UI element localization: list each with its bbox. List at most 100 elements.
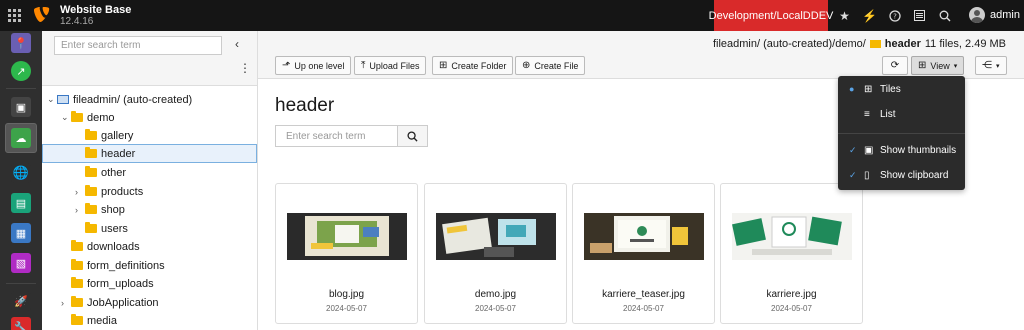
view-option-list[interactable]: ≡ List	[838, 103, 965, 125]
folder-icon	[71, 259, 83, 270]
tree-item-other[interactable]: other	[42, 163, 257, 182]
button-label: Create Folder	[451, 60, 507, 71]
list-icon: ≡	[864, 108, 870, 120]
caret-right-icon[interactable]: ›	[61, 298, 71, 308]
view-option-tiles[interactable]: ● ⊞ Tiles	[838, 78, 965, 100]
forms-module-icon[interactable]: ▧	[8, 251, 34, 275]
template-module-icon[interactable]: ▤	[8, 191, 34, 215]
dock-divider	[6, 283, 36, 284]
folder-icon	[85, 185, 97, 196]
tree-item-jobapplication[interactable]: › JobApplication	[42, 293, 257, 312]
tools-module-icon[interactable]: 🔧	[8, 315, 34, 330]
folder-icon	[85, 222, 97, 233]
tree-item-media[interactable]: media	[42, 311, 257, 330]
button-label: Create File	[534, 60, 579, 71]
upload-files-button[interactable]: ⤒ Upload Files	[354, 56, 427, 75]
caret-right-icon[interactable]: ›	[75, 205, 85, 215]
bolt-icon[interactable]: ⚡	[857, 0, 882, 31]
system-info-icon[interactable]	[907, 0, 932, 31]
page-module-icon[interactable]: 📍	[8, 31, 34, 55]
sites-module-icon[interactable]: ↗	[8, 59, 34, 83]
share-dropdown-button[interactable]: ⋲ ▾	[975, 56, 1007, 75]
caret-down-icon[interactable]: ⌄	[47, 94, 57, 105]
tree-item-header[interactable]: header	[42, 144, 257, 163]
view-dropdown-button[interactable]: ⊞ View ▾	[911, 56, 965, 75]
menu-item-label: Show clipboard	[880, 169, 949, 181]
file-date: 2024-05-07	[326, 304, 367, 313]
collapse-tree-icon[interactable]: ‹	[235, 37, 239, 51]
tree-item-form-uploads[interactable]: form_uploads	[42, 274, 257, 293]
tree-item-users[interactable]: users	[42, 219, 257, 238]
tree-search-input[interactable]: Enter search term	[54, 36, 222, 55]
folder-tree: Enter search term ‹ ⋮ ⌄ fileadmin/ (auto…	[42, 31, 258, 330]
search-button[interactable]	[398, 125, 428, 147]
dock-divider	[6, 88, 36, 89]
file-tile[interactable]: karriere.jpg 2024-05-07	[720, 183, 863, 324]
media-module-icon[interactable]: ▣	[8, 95, 34, 119]
image-icon: ▣	[864, 144, 874, 156]
app-menu-icon[interactable]	[0, 0, 28, 31]
caret-down-icon: ▾	[996, 62, 1000, 70]
create-folder-button[interactable]: ⊞ Create Folder	[432, 56, 514, 75]
create-file-button[interactable]: ⊕ Create File	[515, 56, 586, 75]
search-icon[interactable]	[932, 0, 957, 31]
folder-icon	[71, 111, 83, 122]
file-thumbnail	[287, 213, 407, 260]
username[interactable]: admin	[990, 9, 1020, 21]
file-tile[interactable]: demo.jpg 2024-05-07	[424, 183, 567, 324]
star-icon[interactable]: ★	[832, 0, 857, 31]
tree-item-fileadmin[interactable]: ⌄ fileadmin/ (auto-created)	[42, 90, 257, 109]
tree-item-demo[interactable]: ⌄ demo	[42, 108, 257, 127]
up-one-level-button[interactable]: ⬏ Up one level	[275, 56, 352, 75]
folder-icon	[85, 147, 97, 158]
tree-item-products[interactable]: › products	[42, 182, 257, 201]
caret-down-icon: ▾	[953, 62, 958, 70]
tree-item-form-definitions[interactable]: form_definitions	[42, 256, 257, 275]
tree-options-icon[interactable]: ⋮	[239, 61, 251, 75]
file-date: 2024-05-07	[771, 304, 812, 313]
docheader: fileadmin/ (auto-created)/demo/ header 1…	[258, 31, 1024, 79]
help-icon[interactable]: ?	[882, 0, 907, 31]
environment-badge: Development/LocalDDEV	[709, 0, 833, 31]
search-icon	[407, 130, 418, 142]
button-label: View	[930, 60, 950, 71]
tree-item-downloads[interactable]: downloads	[42, 237, 257, 256]
caret-right-icon[interactable]: ›	[75, 187, 85, 197]
launch-module-icon[interactable]: 🚀	[8, 289, 34, 313]
site-version: 12.4.16	[60, 15, 94, 27]
file-add-icon: ⊕	[522, 60, 531, 71]
path-current: header	[884, 38, 921, 50]
tree-item-label: form_definitions	[87, 259, 165, 272]
tree-item-shop[interactable]: › shop	[42, 200, 257, 219]
file-tile[interactable]: blog.jpg 2024-05-07	[275, 183, 418, 324]
view-dropdown-menu: ● ⊞ Tiles ≡ List ✓ ▣ Show thumbnails ✓ ▯…	[838, 76, 965, 190]
avatar[interactable]	[969, 7, 985, 23]
caret-down-icon[interactable]: ⌄	[61, 112, 71, 123]
menu-divider	[838, 133, 965, 134]
tiles-icon: ⊞	[864, 83, 873, 95]
file-tile[interactable]: karriere_teaser.jpg 2024-05-07	[572, 183, 715, 324]
menu-item-label: Show thumbnails	[880, 144, 957, 156]
list-module-icon[interactable]: ▦	[8, 221, 34, 245]
folder-icon	[85, 129, 97, 140]
folder-icon	[71, 296, 83, 307]
tree-header: Enter search term ‹ ⋮	[42, 31, 257, 86]
upload-icon: ⤒	[361, 60, 366, 71]
breadcrumb: fileadmin/ (auto-created)/demo/ header 1…	[713, 38, 1006, 50]
web-module-icon[interactable]: 🌐	[8, 161, 34, 185]
file-name: demo.jpg	[474, 289, 517, 300]
typo3-logo-icon[interactable]	[34, 6, 52, 25]
path-prefix: fileadmin/ (auto-created)/demo/	[712, 38, 866, 50]
toggle-show-clipboard[interactable]: ✓ ▯ Show clipboard	[838, 164, 965, 186]
folder-icon	[869, 40, 881, 48]
tree-item-label: downloads	[87, 240, 140, 253]
check-icon: ✓	[849, 169, 857, 180]
tree-item-gallery[interactable]: gallery	[42, 126, 257, 145]
tree-item-label: demo	[87, 111, 115, 124]
folder-icon	[85, 166, 97, 177]
file-search-input[interactable]: Enter search term	[275, 125, 398, 147]
filelist-module-icon[interactable]: ☁	[5, 123, 37, 153]
reload-button[interactable]: ⟳	[882, 56, 908, 75]
button-label: Up one level	[294, 60, 345, 71]
toggle-show-thumbnails[interactable]: ✓ ▣ Show thumbnails	[838, 139, 965, 161]
